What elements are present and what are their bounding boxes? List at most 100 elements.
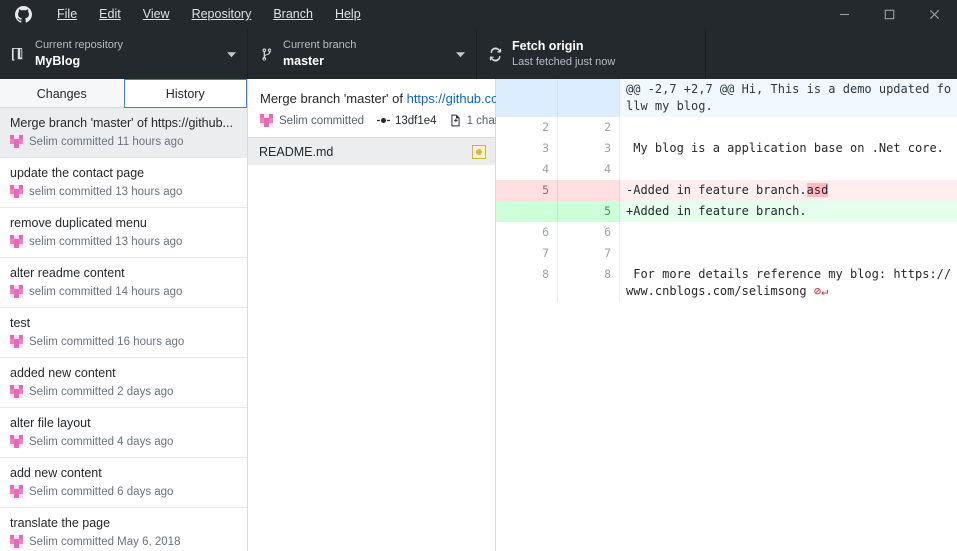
avatar — [260, 114, 273, 127]
commit-summary-meta: Selim committed 13df1e4 1 changed file — [260, 114, 538, 127]
menu-item-repository-label: Repository — [191, 7, 252, 21]
commit-author: Selim committed — [279, 114, 364, 127]
menu-item-branch[interactable]: Branch — [262, 0, 324, 29]
menu-bar[interactable]: File Edit View Repository Branch Help — [46, 0, 372, 29]
diff-file-icon — [449, 114, 462, 127]
diff-new-line-number: 8 — [558, 264, 620, 302]
changed-file-list[interactable]: README.md — [248, 138, 495, 551]
commit-list-item[interactable]: translate the page Selim committed May 6,… — [0, 508, 247, 551]
commit-detail-panel: Merge branch 'master' of https://github.… — [248, 79, 590, 551]
commit-list-item[interactable]: Merge branch 'master' of https://github.… — [0, 108, 247, 158]
commit-item-title: remove duplicated menu — [10, 216, 147, 230]
tab-changes-label: Changes — [36, 86, 87, 101]
tab-history[interactable]: History — [123, 79, 247, 108]
commit-item-meta-text: Selim committed 11 hours ago — [29, 135, 184, 148]
commit-item-title: added new content — [10, 366, 116, 380]
diff-old-line-number — [496, 79, 558, 117]
diff-line-delete: 5 -Added in feature branch.asd — [496, 180, 957, 201]
diff-line-context: 44 — [496, 159, 957, 180]
commit-summary-title: Merge branch 'master' of https://github.… — [260, 90, 590, 107]
branch-name: master — [283, 53, 324, 68]
menu-item-view[interactable]: View — [132, 0, 181, 29]
commit-list[interactable]: Merge branch 'master' of https://github.… — [0, 108, 247, 551]
commit-item-meta: Selim committed 16 hours ago — [10, 335, 237, 348]
commit-list-item[interactable]: test Selim committed 16 hours ago — [0, 308, 247, 358]
diff-old-line-number: 8 — [496, 264, 558, 302]
commit-item-meta: selim committed 14 hours ago — [10, 285, 237, 298]
commit-list-item[interactable]: alter readme content selim committed 14 h… — [0, 258, 247, 308]
commit-item-title: alter readme content — [10, 266, 125, 280]
fetch-origin-label: Fetch origin — [512, 39, 584, 54]
fetch-origin-sub: Last fetched just now — [512, 55, 616, 68]
branch-icon — [259, 47, 283, 62]
tab-changes[interactable]: Changes — [0, 79, 124, 108]
diff-old-line-number: 2 — [496, 117, 558, 138]
diff-new-line-number: 5 — [558, 201, 620, 222]
diff-line-text — [620, 117, 957, 138]
commit-item-meta: Selim committed 2 days ago — [10, 385, 237, 398]
changed-file-row[interactable]: README.md — [248, 138, 495, 165]
branch-label: Current branch — [283, 38, 357, 51]
commit-item-meta-text: selim committed 13 hours ago — [29, 185, 183, 198]
diff-new-line-number: 2 — [558, 117, 620, 138]
diff-new-line-number — [558, 79, 620, 117]
diff-line-hunk: @@ -2,7 +2,7 @@ Hi, This is a demo updat… — [496, 79, 957, 117]
commit-item-meta-text: Selim committed 2 days ago — [29, 385, 174, 398]
diff-line-text — [620, 243, 957, 264]
close-icon[interactable] — [912, 0, 957, 29]
fetch-origin-button[interactable]: Fetch origin Last fetched just now — [477, 29, 706, 79]
diff-line-context: 33 My blog is a application base on .Net… — [496, 138, 957, 159]
commit-item-meta: Selim committed 4 days ago — [10, 435, 237, 448]
diff-word-highlight: asd — [806, 183, 829, 197]
avatar — [10, 235, 23, 248]
sync-icon — [488, 46, 512, 62]
diff-new-line-number: 6 — [558, 222, 620, 243]
commit-title-text: Merge branch 'master' of — [260, 91, 407, 106]
commit-item-meta: selim committed 13 hours ago — [10, 235, 237, 248]
maximize-icon[interactable] — [867, 0, 912, 29]
menu-item-repository[interactable]: Repository — [181, 0, 263, 29]
repository-selector-text: Current repository MyBlog — [35, 39, 225, 69]
avatar — [10, 285, 23, 298]
diff-line-context: 66 — [496, 222, 957, 243]
menu-item-branch-label: Branch — [273, 7, 313, 21]
diff-old-line-number: 6 — [496, 222, 558, 243]
commit-item-title: add new content — [10, 466, 102, 480]
commit-item-title: translate the page — [10, 516, 111, 530]
diff-line-text: +Added in feature branch. — [620, 201, 957, 222]
repo-book-icon — [11, 47, 35, 62]
menu-item-file[interactable]: File — [46, 0, 88, 29]
avatar — [10, 385, 23, 398]
diff-new-line-number: 3 — [558, 138, 620, 159]
diff-line-text: @@ -2,7 +2,7 @@ Hi, This is a demo updat… — [620, 79, 957, 117]
no-newline-marker-icon: ⊘↵ — [806, 284, 829, 298]
commit-list-item[interactable]: added new content Selim committed 2 days … — [0, 358, 247, 408]
commit-list-item[interactable]: update the contact page selim committed 1… — [0, 158, 247, 208]
commit-list-item[interactable]: add new content Selim committed 6 days ag… — [0, 458, 247, 508]
repository-selector[interactable]: Current repository MyBlog — [0, 29, 248, 79]
diff-line-context: 22 — [496, 117, 957, 138]
history-sidebar: Changes History Merge branch 'master' of… — [0, 79, 248, 551]
branch-selector-text: Current branch master — [283, 39, 454, 69]
commit-item-meta-text: selim committed 14 hours ago — [29, 285, 183, 298]
menu-item-help[interactable]: Help — [324, 0, 372, 29]
avatar — [10, 535, 23, 548]
commit-item-meta: Selim committed 6 days ago — [10, 485, 237, 498]
diff-line-context: 88 For more details reference my blog: h… — [496, 264, 957, 302]
commit-item-meta-text: Selim committed May 6, 2018 — [29, 535, 181, 548]
commit-item-meta: Selim committed May 6, 2018 — [10, 535, 237, 548]
minimize-icon[interactable] — [822, 0, 867, 29]
commit-list-item[interactable]: remove duplicated menu selim committed 13… — [0, 208, 247, 258]
commit-item-title: Merge branch 'master' of https://github.… — [10, 116, 233, 130]
menu-item-edit[interactable]: Edit — [88, 0, 132, 29]
branch-selector[interactable]: Current branch master — [248, 29, 477, 79]
diff-viewer[interactable]: @@ -2,7 +2,7 @@ Hi, This is a demo updat… — [496, 79, 957, 551]
diff-line-context: 77 — [496, 243, 957, 264]
github-desktop-window: File Edit View Repository Branch Help Cu… — [0, 0, 957, 551]
sidebar-tabs: Changes History — [0, 79, 247, 108]
fetch-origin-text: Fetch origin Last fetched just now — [512, 38, 695, 69]
commit-list-item[interactable]: alter file layout Selim committed 4 days … — [0, 408, 247, 458]
menu-item-file-label: File — [57, 7, 78, 21]
commit-item-meta-text: selim committed 13 hours ago — [29, 235, 183, 248]
chevron-down-icon — [454, 50, 466, 59]
